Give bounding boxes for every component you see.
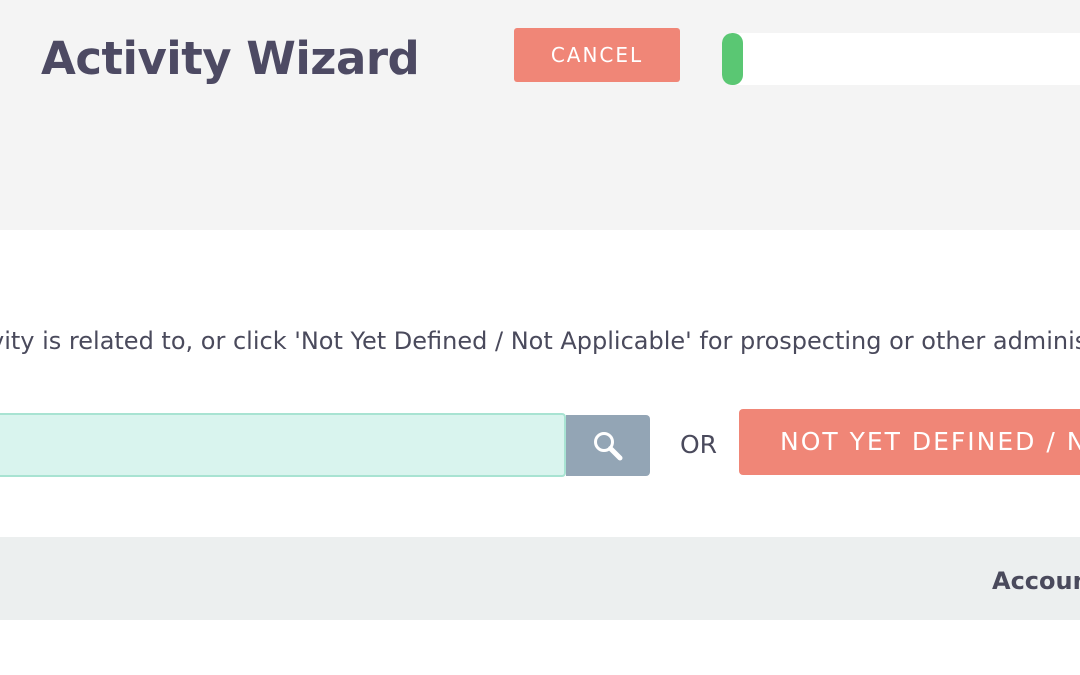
cancel-button[interactable]: CANCEL <box>514 28 680 82</box>
not-yet-defined-button[interactable]: NOT YET DEFINED / N <box>739 409 1080 475</box>
wizard-header: Activity Wizard CANCEL <box>0 0 1080 230</box>
column-header-account[interactable]: Accoun <box>992 565 1080 597</box>
wizard-progress-fill <box>722 33 743 85</box>
table-header: Accoun <box>0 537 1080 620</box>
search-button[interactable] <box>566 415 650 476</box>
search-icon <box>594 432 623 461</box>
wizard-progress-bar <box>722 33 1080 85</box>
page-title: Activity Wizard <box>41 32 420 85</box>
or-label: OR <box>680 430 718 459</box>
instructions-text: vity is related to, or click 'Not Yet De… <box>0 327 1080 355</box>
search-input[interactable] <box>0 413 566 477</box>
